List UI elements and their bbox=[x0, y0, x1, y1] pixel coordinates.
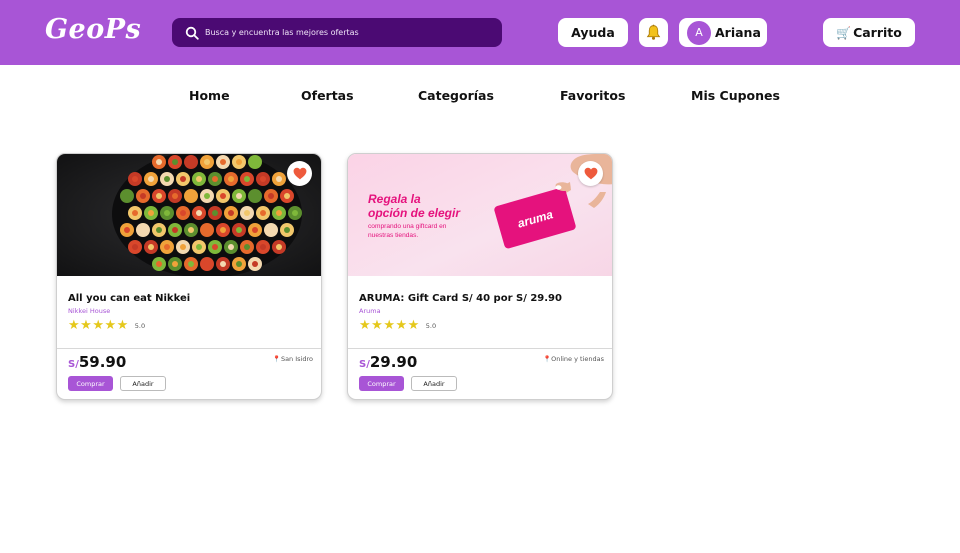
star-rating: ★ ★ ★ ★ ★ 5.0 bbox=[68, 319, 145, 332]
star-icon: ★ bbox=[383, 318, 395, 333]
star-icon: ★ bbox=[395, 318, 408, 333]
product-card[interactable]: Regala la opción de elegir comprando una… bbox=[347, 153, 613, 400]
star-icon: ★ bbox=[359, 318, 371, 333]
product-card[interactable]: All you can eat Nikkei Nikkei House ★ ★ … bbox=[56, 153, 322, 400]
divider bbox=[348, 348, 612, 349]
help-label: Ayuda bbox=[571, 25, 615, 40]
location-text: San Isidro bbox=[280, 355, 313, 363]
favorite-button[interactable] bbox=[578, 161, 603, 186]
search-bar[interactable] bbox=[172, 18, 502, 47]
main-nav: Home Ofertas Categorías Favoritos Mis Cu… bbox=[0, 88, 960, 104]
location: 📍San Isidro bbox=[273, 355, 313, 363]
top-header: GeoPs Ayuda A Ariana 🛒 Carrito bbox=[0, 0, 960, 65]
search-input[interactable] bbox=[205, 28, 495, 37]
star-icon: ★ bbox=[407, 318, 420, 333]
user-menu-button[interactable]: A Ariana bbox=[679, 18, 767, 47]
store-name[interactable]: Nikkei House bbox=[68, 307, 110, 315]
bell-icon bbox=[646, 24, 661, 40]
price: S/59.90 bbox=[68, 353, 126, 371]
product-image-aruma-giftcard[interactable]: Regala la opción de elegir comprando una… bbox=[348, 154, 613, 276]
help-button[interactable]: Ayuda bbox=[558, 18, 628, 47]
star-icon: ★ bbox=[68, 318, 80, 333]
banner-subtext-2: nuestras tiendas. bbox=[368, 232, 418, 239]
nav-item-ofertas[interactable]: Ofertas bbox=[301, 88, 354, 103]
price: S/29.90 bbox=[359, 353, 417, 371]
nav-item-mis-cupones[interactable]: Mis Cupones bbox=[691, 88, 780, 103]
price-value: 59.90 bbox=[78, 353, 127, 371]
cart-icon: 🛒 bbox=[836, 25, 852, 40]
heart-icon bbox=[293, 167, 306, 180]
star-icon: ★ bbox=[92, 318, 104, 333]
nav-item-categorias[interactable]: Categorías bbox=[418, 88, 494, 103]
heart-icon bbox=[584, 167, 597, 180]
star-icon: ★ bbox=[371, 318, 383, 333]
product-title[interactable]: ARUMA: Gift Card S/ 40 por S/ 29.90 bbox=[359, 293, 562, 304]
star-icon: ★ bbox=[116, 318, 129, 333]
banner-headline-2: opción de elegir bbox=[368, 206, 461, 220]
cart-label: Carrito bbox=[853, 25, 902, 40]
search-icon bbox=[185, 26, 199, 40]
buy-button[interactable]: Comprar bbox=[359, 376, 404, 391]
rating-value: 5.0 bbox=[425, 321, 437, 330]
favorite-button[interactable] bbox=[287, 161, 312, 186]
pin-icon: 📍 bbox=[542, 355, 552, 363]
banner-headline-1: Regala la bbox=[368, 192, 421, 206]
star-rating: ★ ★ ★ ★ ★ 5.0 bbox=[359, 319, 436, 332]
pin-icon: 📍 bbox=[272, 355, 281, 363]
cart-button[interactable]: 🛒 Carrito bbox=[823, 18, 915, 47]
user-name: Ariana bbox=[715, 25, 761, 40]
buy-button[interactable]: Comprar bbox=[68, 376, 113, 391]
add-to-cart-button[interactable]: Añadir bbox=[120, 376, 166, 391]
brand-logo[interactable]: GeoPs bbox=[45, 14, 141, 45]
rating-value: 5.0 bbox=[134, 321, 146, 330]
nav-item-home[interactable]: Home bbox=[189, 88, 230, 103]
notifications-button[interactable] bbox=[639, 18, 668, 47]
location-text: Online y tiendas bbox=[551, 355, 604, 363]
product-image-sushi[interactable] bbox=[57, 154, 322, 276]
currency-symbol: S/ bbox=[359, 359, 370, 370]
location: 📍Online y tiendas bbox=[543, 355, 604, 363]
divider bbox=[57, 348, 321, 349]
banner-subtext-1: comprando una giftcard en bbox=[368, 223, 447, 230]
currency-symbol: S/ bbox=[68, 359, 79, 370]
avatar: A bbox=[687, 20, 711, 45]
price-value: 29.90 bbox=[369, 353, 418, 371]
star-icon: ★ bbox=[104, 318, 117, 333]
add-to-cart-button[interactable]: Añadir bbox=[411, 376, 457, 391]
product-title[interactable]: All you can eat Nikkei bbox=[68, 293, 190, 304]
store-name[interactable]: Aruma bbox=[359, 307, 381, 315]
star-icon: ★ bbox=[80, 318, 92, 333]
nav-item-favoritos[interactable]: Favoritos bbox=[560, 88, 625, 103]
